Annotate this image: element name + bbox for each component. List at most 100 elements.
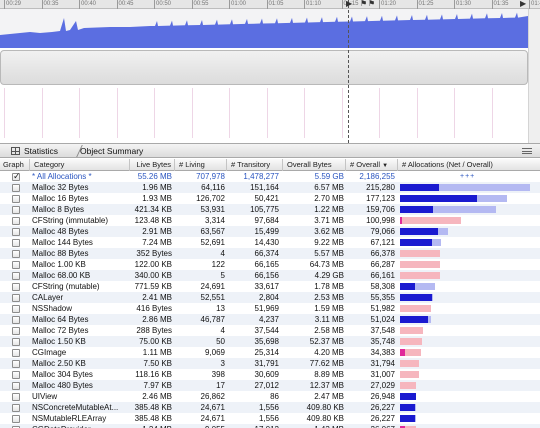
graph-checkbox[interactable] bbox=[12, 338, 20, 346]
flag-icon[interactable]: ▶ bbox=[520, 0, 526, 8]
column-header-overall-bytes[interactable]: Overall Bytes bbox=[284, 159, 346, 171]
table-row[interactable]: CFString (mutable) 771.59 KB 24,691 33,617 1… bbox=[0, 281, 540, 292]
graph-checkbox[interactable] bbox=[12, 228, 20, 236]
summary-row[interactable]: * All Allocations * 55.26 MB 707,978 1,4… bbox=[0, 171, 540, 182]
living-cell: 4 bbox=[220, 249, 225, 258]
table-row[interactable]: CFString (immutable) 123.48 KB 3,314 97,684… bbox=[0, 215, 540, 226]
graph-checkbox[interactable] bbox=[12, 171, 21, 182]
vm-tracker-track[interactable] bbox=[0, 50, 528, 85]
column-header-living[interactable]: # Living bbox=[176, 159, 227, 171]
flag-icon[interactable]: ▶ bbox=[346, 0, 352, 8]
flag-icon[interactable]: ⚑ bbox=[368, 0, 375, 8]
time-ruler[interactable]: 00:29 00:35 00:40 00:45 00:50 00:55 01:00 01:05… bbox=[0, 0, 540, 9]
graph-checkbox[interactable] bbox=[12, 316, 20, 324]
graph-checkbox[interactable] bbox=[12, 327, 20, 335]
allocations-cell bbox=[399, 391, 540, 402]
table-row[interactable]: Malloc 480 Bytes 7.97 KB 17 27,012 12.37 MB 2… bbox=[0, 380, 540, 391]
transitory-cell: 15,499 bbox=[254, 227, 279, 236]
table-row[interactable]: NSShadow 416 Bytes 13 51,969 1.59 MB 51,982 bbox=[0, 303, 540, 314]
graph-checkbox[interactable] bbox=[12, 404, 20, 412]
table-row[interactable]: CGImage 1.11 MB 9,069 25,314 4.20 MB 34,383 bbox=[0, 347, 540, 358]
overall-bytes-cell: 64.73 MB bbox=[309, 260, 344, 269]
allocations-track[interactable] bbox=[0, 9, 528, 48]
nav-object-summary[interactable]: Object Summary bbox=[80, 146, 143, 156]
net-allocations-bar bbox=[400, 294, 432, 301]
grid-line bbox=[229, 88, 230, 138]
graph-checkbox[interactable] bbox=[12, 239, 20, 247]
graph-checkbox[interactable] bbox=[12, 393, 20, 401]
inspection-cursor[interactable] bbox=[348, 0, 349, 143]
table-row[interactable]: Malloc 2.50 KB 7.50 KB 3 31,791 77.62 MB 31,7… bbox=[0, 358, 540, 369]
table-row[interactable]: Malloc 8 Bytes 421.34 KB 53,931 105,775 1.22… bbox=[0, 204, 540, 215]
table-row[interactable]: Malloc 64 Bytes 2.86 MB 46,787 4,237 3.11 MB… bbox=[0, 314, 540, 325]
graph-checkbox[interactable] bbox=[12, 217, 20, 225]
column-header-allocations[interactable]: # Allocations (Net / Overall) bbox=[399, 159, 540, 171]
table-row[interactable]: Malloc 1.00 KB 122.00 KB 122 66,165 64.73 MB… bbox=[0, 259, 540, 270]
net-allocations-bar bbox=[400, 283, 415, 290]
graph-checkbox[interactable] bbox=[12, 283, 20, 291]
timeline-panel[interactable]: 00:29 00:35 00:40 00:45 00:50 00:55 01:00 01:05… bbox=[0, 0, 540, 143]
menu-lines-icon[interactable] bbox=[522, 148, 532, 154]
grid-line bbox=[416, 88, 418, 138]
table-row[interactable]: Malloc 88 Bytes 352 Bytes 4 66,374 5.57 MB 66… bbox=[0, 248, 540, 259]
column-header-transitory[interactable]: # Transitory bbox=[228, 159, 283, 171]
graph-checkbox[interactable] bbox=[12, 349, 20, 357]
living-cell: 24,671 bbox=[200, 414, 225, 423]
live-bytes-cell: 2.86 MB bbox=[142, 315, 172, 324]
live-bytes-cell: 123.48 KB bbox=[134, 216, 172, 225]
column-header-category[interactable]: Category bbox=[31, 159, 130, 171]
graph-checkbox[interactable] bbox=[12, 261, 20, 269]
table-row[interactable]: UIView 2.46 MB 26,862 86 2.47 MB 26,948 bbox=[0, 391, 540, 402]
category-cell: Malloc 1.50 KB bbox=[32, 337, 86, 346]
graph-checkbox[interactable] bbox=[12, 294, 20, 302]
overall-allocations-bar bbox=[400, 327, 423, 334]
allocations-cell bbox=[399, 325, 540, 336]
table-row[interactable]: Malloc 16 Bytes 1.93 MB 126,702 50,421 2.70 … bbox=[0, 193, 540, 204]
table-row[interactable]: Malloc 32 Bytes 1.96 MB 64,116 151,164 6.57 … bbox=[0, 182, 540, 193]
column-header-overall[interactable]: # Overall ▼ bbox=[347, 159, 398, 171]
table-row[interactable]: NSMutableRLEArray 385.48 KB 24,671 1,556 409… bbox=[0, 413, 540, 424]
table-row[interactable]: Malloc 144 Bytes 7.24 MB 52,691 14,430 9.22 … bbox=[0, 237, 540, 248]
graph-checkbox[interactable] bbox=[12, 184, 20, 192]
transitory-cell: 17,012 bbox=[228, 424, 282, 428]
ruler-label: 01:30 bbox=[456, 1, 472, 7]
table-row[interactable]: Malloc 304 Bytes 118.16 KB 398 30,609 8.89 M… bbox=[0, 369, 540, 380]
timeline-scrollbar[interactable] bbox=[528, 9, 540, 143]
overall-allocations-bar bbox=[400, 217, 461, 224]
nav-statistics[interactable]: Statistics bbox=[24, 146, 58, 156]
column-header-overall-label: # Overall bbox=[350, 160, 381, 169]
grid-line bbox=[266, 88, 268, 138]
table-row[interactable]: Malloc 1.50 KB 75.00 KB 50 35,698 52.37 MB 35… bbox=[0, 336, 540, 347]
table-row[interactable]: CALayer 2.41 MB 52,551 2,804 2.53 MB 55,355 bbox=[0, 292, 540, 303]
net-allocations-bar bbox=[400, 184, 439, 191]
table-row[interactable]: Malloc 72 Bytes 288 Bytes 4 37,544 2.58 MB 37… bbox=[0, 325, 540, 336]
overall-cell: 2,186,255 bbox=[359, 172, 395, 181]
table-row[interactable]: Malloc 48 Bytes 2.91 MB 63,567 15,499 3.62 M… bbox=[0, 226, 540, 237]
graph-cell bbox=[0, 325, 30, 336]
graph-checkbox[interactable] bbox=[12, 415, 20, 423]
graph-checkbox[interactable] bbox=[12, 250, 20, 258]
overall-bytes-cell: 1.59 MB bbox=[314, 304, 344, 313]
table-row[interactable]: NSConcreteMutableAt... 385.48 KB 24,671 1,5… bbox=[0, 402, 540, 413]
graph-checkbox[interactable] bbox=[12, 360, 20, 368]
graph-checkbox[interactable] bbox=[12, 382, 20, 390]
category-cell: NSConcreteMutableAt... bbox=[32, 403, 119, 412]
table-grid-icon[interactable] bbox=[11, 147, 20, 155]
graph-checkbox[interactable] bbox=[12, 195, 20, 203]
overall-cell: 55,355 bbox=[370, 293, 395, 302]
graph-checkbox[interactable] bbox=[12, 206, 20, 214]
table-row[interactable]: CGDataProvider1.24 MB9,05517,0121.43 MB2… bbox=[0, 424, 540, 428]
flag-icon[interactable]: ⚑ bbox=[360, 0, 367, 8]
ruler-label: 00:35 bbox=[43, 1, 59, 7]
graph-checkbox[interactable] bbox=[12, 272, 20, 280]
column-header-live-bytes[interactable]: Live Bytes bbox=[131, 159, 175, 171]
graph-checkbox[interactable] bbox=[12, 305, 20, 313]
net-allocations-bar bbox=[400, 316, 429, 323]
transitory-cell: 14,430 bbox=[254, 238, 279, 247]
live-bytes-cell: 340.00 KB bbox=[134, 271, 172, 280]
category-cell: Malloc 144 Bytes bbox=[32, 238, 93, 247]
allocations-cell bbox=[399, 270, 540, 281]
column-header-graph[interactable]: Graph bbox=[0, 159, 30, 171]
graph-checkbox[interactable] bbox=[12, 371, 20, 379]
table-row[interactable]: Malloc 68.00 KB 340.00 KB 5 66,156 4.29 GB 66… bbox=[0, 270, 540, 281]
